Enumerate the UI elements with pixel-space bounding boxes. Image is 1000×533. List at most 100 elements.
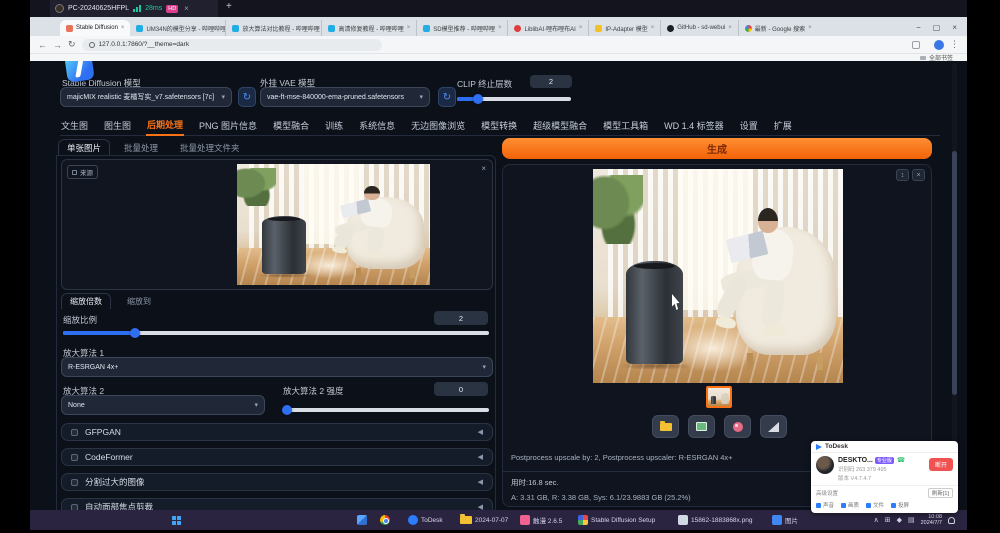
browser-tab[interactable]: 高清修复教程 - 哔哩哔哩× [322,20,417,36]
tray-icon-2[interactable]: ◆ [897,516,902,524]
slider-knob[interactable] [282,405,292,415]
browser-tab[interactable]: UM34N的模型分享 - 哔哩哔哩× [130,20,226,36]
tab-extras[interactable]: 后期处理 [146,115,184,136]
tab-close-icon[interactable]: × [407,25,411,31]
taskbar-widgets-button[interactable] [357,512,367,528]
refresh-vae-button[interactable]: ↻ [438,87,456,107]
tray-chevron-icon[interactable]: ∧ [874,516,879,524]
clip-skip-slider[interactable] [457,97,571,101]
site-info-icon[interactable] [89,42,95,48]
clear-image-icon[interactable]: × [481,164,486,173]
taskbar-clock[interactable]: 10:08 2024/7/7 [921,514,942,526]
advanced-settings-label[interactable]: 高级设置 [816,489,838,497]
browser-tab-active[interactable]: Stable Diffusion × [60,20,130,36]
slider-knob[interactable] [473,94,483,104]
send-to-img2img-button[interactable] [724,415,751,438]
taskbar-sd-setup-button[interactable]: Stable Diffusion Setup [578,512,655,528]
tab-settings[interactable]: 设置 [739,116,759,135]
back-icon[interactable]: ← [38,40,47,50]
tab-scale-by[interactable]: 缩放倍数 [61,293,111,309]
tab-close-icon[interactable]: × [121,25,125,31]
tab-super-merger[interactable]: 超级模型融合 [532,116,588,135]
gallery-thumbnail-selected[interactable] [706,386,732,408]
tab-wd14-tagger[interactable]: WD 1.4 标签器 [663,116,725,135]
minimize-button[interactable]: − [916,23,921,32]
taskbar-png-file-button[interactable]: 15862-1883868x.png [678,512,752,528]
generate-button[interactable]: 生成 [502,138,932,159]
checkbox[interactable] [71,429,78,436]
phone-icon[interactable]: ☎ [897,456,905,464]
tab-pnginfo[interactable]: PNG 图片信息 [198,116,258,135]
scrollbar-thumb[interactable] [952,151,957,395]
tab-close-icon[interactable]: × [651,25,655,31]
taskbar-folder-button[interactable]: 2024-07-07 [460,512,508,528]
browser-tab[interactable]: SD模型推荐 - 哔哩哔哩× [417,20,508,36]
checkbox[interactable] [71,479,78,486]
slider-knob[interactable] [130,328,140,338]
browser-tab[interactable]: LiblibAI·哩布哩布AI× [508,20,589,36]
forward-icon[interactable]: → [53,40,62,50]
tray-icon-1[interactable]: ⊞ [885,516,891,524]
upscaler2-strength-slider[interactable] [283,408,489,412]
disconnect-button[interactable]: 断开 [929,458,953,471]
upscaler1-dropdown[interactable]: R-ESRGAN 4x+ ▾ [61,357,493,377]
new-session-button[interactable]: + [226,1,232,12]
accordion-codeformer[interactable]: CodeFormer ◀ [61,448,493,466]
accordion-auto-face-crop[interactable]: 自动面部焦点剪裁 ◀ [61,498,493,510]
tab-scale-to[interactable]: 缩放到 [119,294,159,309]
tab-close-icon[interactable]: × [808,25,812,31]
toggle-files[interactable]: 文件 [866,501,884,509]
refresh-connection-button[interactable]: 刷新[1] [928,488,953,498]
notifications-icon[interactable] [948,517,955,524]
taskbar-chuman-button[interactable]: 触漫 2.6.5 [520,512,562,528]
send-to-extras-button[interactable] [760,415,787,438]
vae-dropdown[interactable]: vae-ft-mse-840000-ema-pruned.safetensors… [260,87,430,107]
page-scrollbar[interactable] [952,63,957,506]
toggle-cast[interactable]: 投屏 [891,501,909,509]
accordion-gfpgan[interactable]: GFPGAN ◀ [61,423,493,441]
maximize-button[interactable]: ▢ [933,23,941,32]
close-gallery-button[interactable]: × [912,169,925,181]
extensions-icon[interactable] [912,41,920,49]
tray-icon-3[interactable]: ▤ [908,516,915,524]
tab-extensions[interactable]: 扩展 [773,116,793,135]
tab-train[interactable]: 训练 [324,116,344,135]
todesk-titlebar[interactable]: ToDesk [811,441,958,453]
tab-infinite-browser[interactable]: 无边图像浏览 [410,116,466,135]
subtab-batch-folder[interactable]: 批量处理文件夹 [172,140,248,156]
browser-tab[interactable]: IP-Adapter 模型× [589,20,661,36]
toggle-quality[interactable]: 画质 [841,501,859,509]
hd-quality-badge[interactable]: HD [166,5,178,13]
tab-model-converter[interactable]: 模型转换 [480,116,518,135]
address-bar[interactable]: 127.0.0.1:7860/?__theme=dark [82,39,382,51]
taskbar-todesk-button[interactable]: ToDesk [408,512,443,528]
browser-tab[interactable]: GitHub - sd-webui× [661,20,739,36]
tab-checkpoint-merger[interactable]: 模型融合 [272,116,310,135]
taskbar-photos-button[interactable]: 图片 [772,512,798,528]
tab-close-icon[interactable]: × [498,25,502,31]
save-image-button[interactable] [688,415,715,438]
tab-close-icon[interactable]: × [579,25,583,31]
reload-icon[interactable]: ↻ [68,39,76,50]
menu-icon[interactable]: ⋮ [950,39,959,50]
upscaler2-strength-value[interactable]: 0 [434,382,488,396]
tab-txt2img[interactable]: 文生图 [60,116,89,135]
browser-tab[interactable]: 最新 - Google 搜索× [739,20,818,36]
source-image-dropzone[interactable]: 来源 × [61,159,493,290]
tab-close-icon[interactable]: × [728,25,732,31]
source-image[interactable] [237,164,430,285]
start-button[interactable] [172,512,181,528]
resize-value[interactable]: 2 [434,311,488,325]
toggle-sound[interactable]: 声音 [816,501,834,509]
close-session-icon[interactable]: × [184,4,189,13]
tab-system-info[interactable]: 系统信息 [358,116,396,135]
taskbar-chrome-button[interactable] [380,512,390,528]
remote-session-tab[interactable]: PC-20240625HFPL 28ms HD × [50,0,218,17]
tab-model-toolkit[interactable]: 模型工具箱 [602,116,649,135]
result-image[interactable] [593,169,843,383]
close-button[interactable]: × [952,23,957,32]
open-folder-button[interactable] [652,415,679,438]
checkpoint-dropdown[interactable]: majicMIX realistic 麦橘写实_v7.safetensors [… [60,87,232,107]
subtab-batch-process[interactable]: 批量处理 [116,140,166,156]
browser-tab[interactable]: 放大算法对比教程 - 哔哩哔哩× [226,20,322,36]
